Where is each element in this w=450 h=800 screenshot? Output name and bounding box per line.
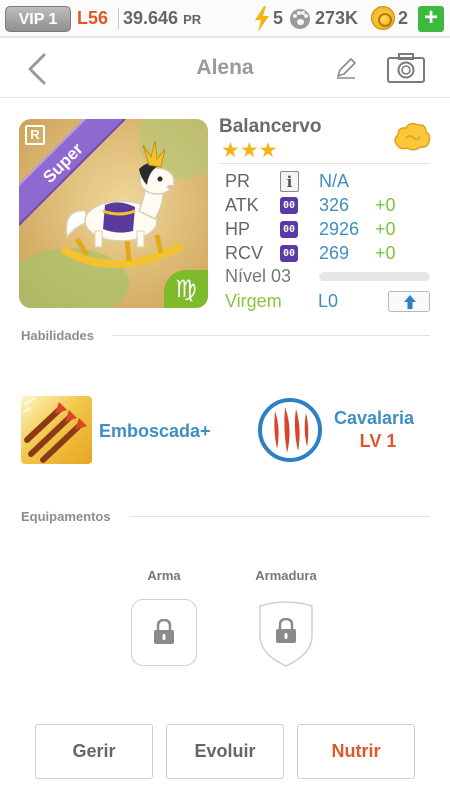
camera-icon[interactable]: [386, 52, 426, 84]
paw-icon: [290, 9, 310, 29]
manage-button[interactable]: Gerir: [35, 724, 153, 779]
up-arrow-icon: [404, 295, 416, 309]
pet-card-art[interactable]: Super R ♍: [19, 119, 208, 308]
weapon-label: Arma: [147, 568, 181, 583]
power-unit: PR: [183, 12, 202, 27]
edit-pencil-icon[interactable]: [332, 54, 360, 82]
stat-bonus: +0: [375, 219, 396, 239]
stat-gem-icon: 00: [280, 245, 298, 262]
stat-gem-icon: 00: [280, 221, 298, 238]
stat-label: RCV: [225, 243, 264, 263]
experience-bar: [319, 272, 430, 281]
vip-badge[interactable]: VIP 1: [5, 6, 71, 32]
stat-label: ATK: [225, 195, 259, 215]
skill-level: LV 1: [359, 431, 397, 451]
skill-name[interactable]: Emboscada+: [99, 421, 211, 442]
equipment-section-title: Equipamentos: [21, 509, 111, 524]
status-bar: VIP 1 L56 39.646 PR 5 273K 2 +: [0, 0, 450, 38]
coin-icon: [371, 6, 395, 30]
section-divider: [129, 516, 430, 517]
page-header: Alena: [0, 40, 450, 98]
coin-count: 2: [398, 8, 409, 28]
player-power: 39.646 PR: [118, 8, 201, 29]
power-value: 39.646: [123, 8, 179, 28]
upgrade-button[interactable]: [388, 291, 430, 312]
zodiac-virgo-icon: ♍: [164, 270, 208, 308]
stat-label: HP: [225, 219, 251, 239]
rarity-letter-badge: R: [25, 125, 45, 145]
lock-icon: [154, 619, 174, 644]
weapon-slot[interactable]: [131, 599, 197, 666]
add-coins-button[interactable]: +: [418, 6, 444, 32]
claw-marks-icon[interactable]: [257, 397, 323, 463]
pet-name: Balancervo: [219, 116, 322, 137]
arrows-icon[interactable]: [21, 396, 92, 464]
stat-bonus: +0: [375, 195, 396, 215]
skill-arrows-graphic: [22, 397, 87, 463]
lock-icon: [276, 618, 296, 643]
info-icon[interactable]: i: [280, 171, 299, 192]
stat-value: N/A: [319, 171, 350, 191]
energy-count: 5: [273, 8, 284, 28]
player-level: L56: [77, 8, 109, 28]
nurture-button[interactable]: Nutrir: [297, 724, 415, 779]
page-title: Alena: [196, 56, 254, 79]
evolve-button[interactable]: Evoluir: [166, 724, 284, 779]
section-divider: [112, 335, 430, 336]
stat-gem-icon: 00: [280, 197, 298, 214]
stat-bonus: +0: [375, 243, 396, 263]
limit-level: L0: [318, 291, 339, 311]
armor-label: Armadura: [255, 568, 317, 583]
zodiac-name: Virgem: [225, 291, 282, 311]
star-rating: ★★★: [221, 139, 278, 162]
skill-name[interactable]: Cavalaria: [334, 408, 414, 429]
paw-count: 273K: [315, 8, 359, 28]
stat-value: 269: [319, 243, 350, 263]
skills-section-title: Habilidades: [21, 328, 94, 343]
armor-slot[interactable]: [254, 598, 318, 668]
pet-level: Nível 03: [225, 266, 292, 286]
stats-divider: [219, 163, 430, 164]
stat-value: 326: [319, 195, 350, 215]
stat-label: PR: [225, 171, 251, 191]
golden-cloud-icon[interactable]: [392, 120, 432, 154]
stat-value: 2926: [319, 219, 360, 239]
lightning-icon: [255, 6, 269, 32]
